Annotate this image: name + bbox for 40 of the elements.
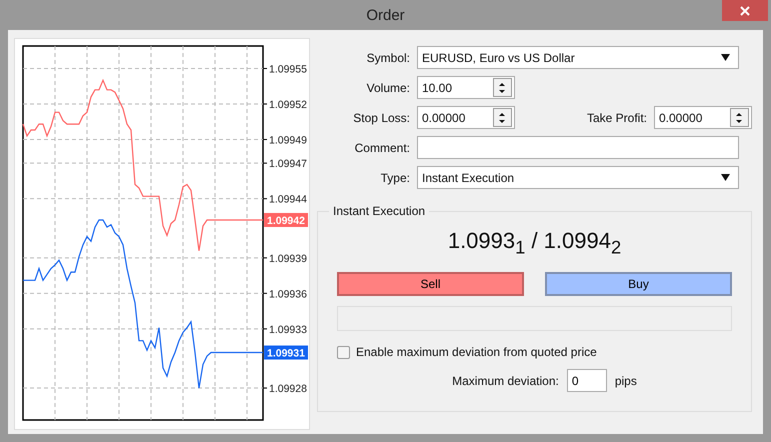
field-label: Type: bbox=[380, 170, 410, 184]
close-button[interactable] bbox=[722, 0, 768, 21]
field-label: Take Profit: bbox=[586, 110, 647, 124]
tick-label: 1.09928 bbox=[269, 383, 307, 396]
tick-label: 1.09952 bbox=[269, 99, 307, 111]
buy-button[interactable]: Buy bbox=[545, 272, 732, 296]
group-title: Instant Execution bbox=[332, 204, 426, 218]
spinner-buttons[interactable] bbox=[730, 108, 749, 127]
deviation-field[interactable]: 0 bbox=[566, 369, 607, 392]
comment-field[interactable] bbox=[417, 136, 739, 159]
sell-button[interactable]: Sell bbox=[337, 272, 524, 296]
field-label: Volume: bbox=[366, 80, 410, 94]
stop-loss-field[interactable]: 0.00000 bbox=[417, 106, 515, 129]
window-title: Order bbox=[366, 6, 405, 24]
price-badge: 1.09942 bbox=[264, 212, 308, 227]
take-profit-field[interactable]: 0.00000 bbox=[654, 106, 752, 129]
field-label: Stop Loss: bbox=[352, 110, 410, 124]
close-icon bbox=[739, 4, 751, 16]
tick-label: 1.09955 bbox=[269, 63, 307, 76]
quote-price: 1.0993$_{1}$ / 1.0994$_{2}$ bbox=[446, 228, 622, 258]
tick-label: 1.09949 bbox=[269, 134, 307, 146]
type-dropdown[interactable]: Instant Execution bbox=[417, 166, 739, 189]
checkbox[interactable] bbox=[337, 346, 350, 359]
tick-label: 1.09947 bbox=[269, 158, 307, 170]
dropdown-arrow-icon bbox=[721, 174, 730, 181]
checkbox-label: Enable maximum deviation from quoted price bbox=[356, 345, 597, 360]
symbol-dropdown[interactable]: EURUSD, Euro vs US Dollar bbox=[417, 46, 739, 69]
price-badge: 1.09931 bbox=[264, 346, 308, 360]
volume-field[interactable]: 10.00 bbox=[417, 76, 515, 99]
tick-label: 1.09944 bbox=[269, 194, 307, 206]
spinner-buttons[interactable] bbox=[492, 78, 512, 97]
unit-label: pips bbox=[614, 374, 637, 388]
tick-label: 1.09936 bbox=[269, 288, 307, 300]
dropdown-arrow-icon bbox=[721, 54, 730, 61]
field-label: Maximum deviation: bbox=[452, 374, 559, 388]
field-label: Symbol: bbox=[366, 50, 410, 64]
tick-label: 1.09939 bbox=[269, 252, 307, 265]
field-label: Comment: bbox=[354, 140, 410, 154]
spinner-buttons[interactable] bbox=[492, 108, 512, 127]
tick-label: 1.09933 bbox=[269, 324, 307, 336]
